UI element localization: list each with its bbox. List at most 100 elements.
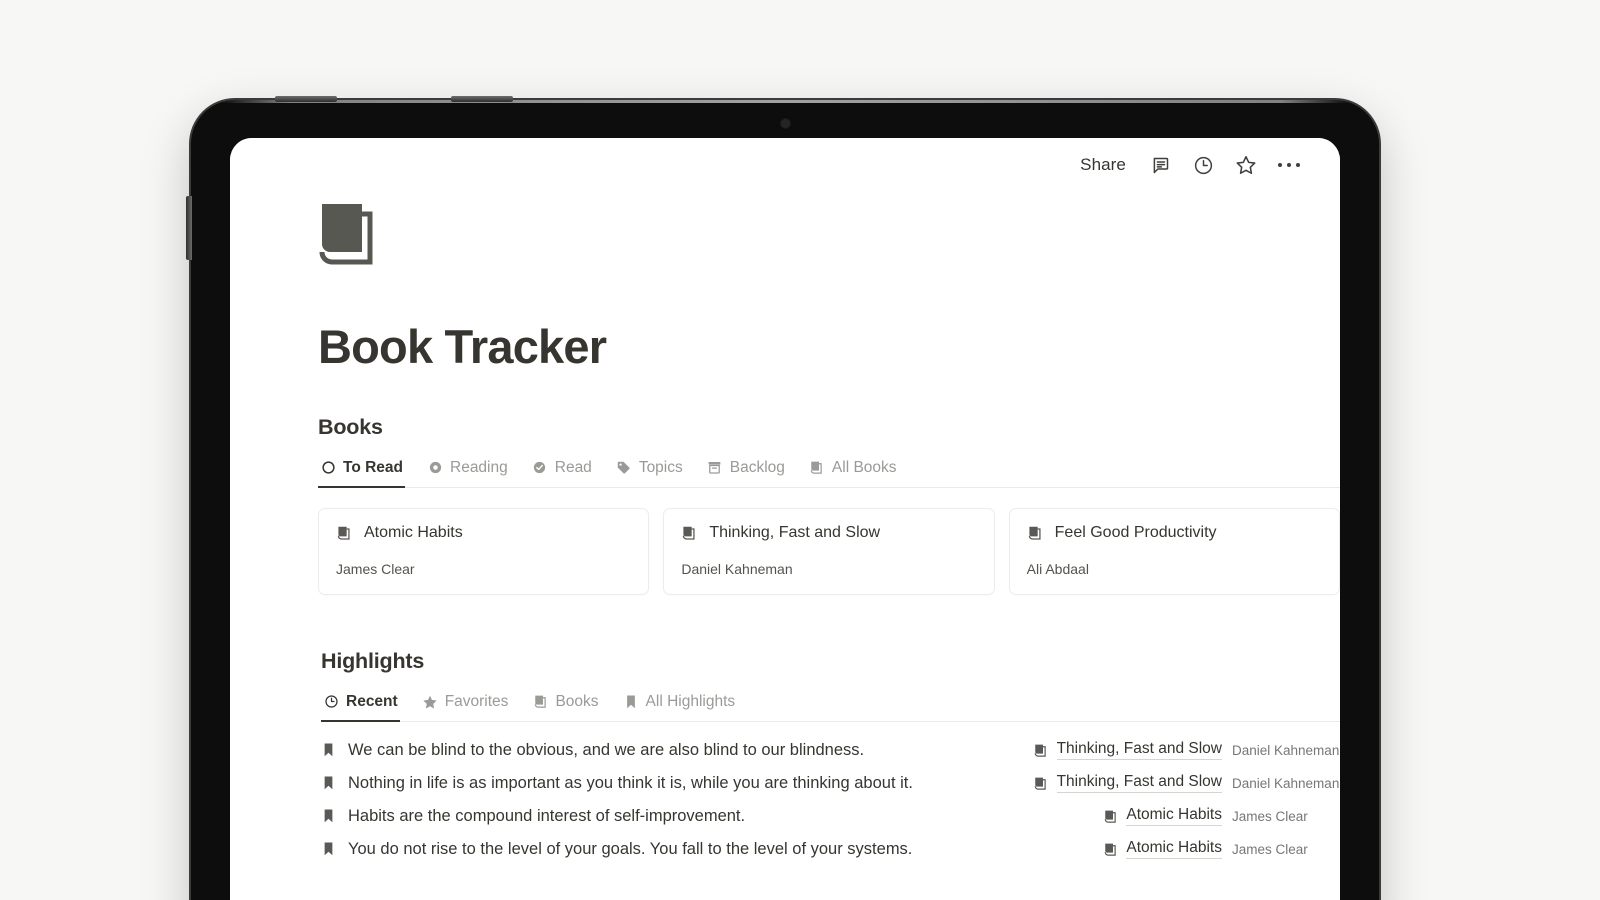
tab-reading[interactable]: Reading	[425, 456, 510, 488]
highlight-book-author: James Clear	[1232, 808, 1308, 824]
highlight-book-link[interactable]: Atomic Habits	[1102, 806, 1222, 827]
bookmark-icon	[321, 775, 336, 791]
book-title: Atomic Habits	[364, 523, 463, 541]
highlight-book-title: Atomic Habits	[1126, 806, 1222, 827]
favorite-star-icon[interactable]	[1229, 148, 1263, 182]
books-icon	[681, 525, 697, 541]
more-options-icon[interactable]	[1272, 148, 1306, 182]
book-cards-list: Atomic Habits James Clear Thinking, Fast…	[318, 507, 1340, 595]
tab-read[interactable]: Read	[530, 456, 594, 488]
book-card-title-row: Atomic Habits	[336, 524, 631, 542]
highlights-section-title: Highlights	[321, 648, 425, 673]
book-card[interactable]: Thinking, Fast and Slow Daniel Kahneman	[663, 507, 995, 595]
check-circle-icon	[532, 460, 548, 476]
frame-top-edge	[221, 100, 1349, 103]
page-title: Book Tracker	[318, 320, 607, 373]
volume-down-button[interactable]	[451, 96, 513, 102]
tab-to-read[interactable]: To Read	[318, 456, 405, 488]
tab-all-books[interactable]: All Books	[807, 456, 899, 488]
share-button[interactable]: Share	[1072, 151, 1134, 179]
page-content: Book Tracker Books To Read Reading Read …	[230, 202, 1340, 866]
book-card-title-row: Thinking, Fast and Slow	[681, 524, 976, 542]
book-author: James Clear	[336, 560, 415, 577]
book-title: Feel Good Productivity	[1054, 523, 1217, 541]
highlight-book-link[interactable]: Thinking, Fast and Slow	[1033, 740, 1222, 761]
books-icon	[1027, 525, 1043, 541]
books-icon	[1102, 808, 1118, 824]
book-title: Thinking, Fast and Slow	[709, 523, 881, 541]
highlight-source: Thinking, Fast and Slow Daniel Kahneman	[1017, 773, 1340, 794]
books-section: Books To Read Reading Read Topics Backlo…	[318, 415, 1340, 595]
highlight-book-link[interactable]: Atomic Habits	[1102, 839, 1222, 860]
highlights-list: We can be blind to the obvious, and we a…	[321, 734, 1340, 866]
highlight-row[interactable]: You do not rise to the level of your goa…	[321, 833, 1340, 866]
books-icon	[809, 460, 825, 476]
tab-label: Read	[554, 458, 592, 476]
tab-label: Reading	[450, 458, 508, 476]
highlight-text: Nothing in life is as important as you t…	[348, 773, 913, 792]
books-section-title: Books	[318, 414, 383, 439]
history-clock-icon[interactable]	[1186, 148, 1220, 182]
clock-icon	[323, 694, 339, 710]
books-tabs: To Read Reading Read Topics Backlog All …	[318, 456, 1340, 488]
comment-icon[interactable]	[1143, 148, 1177, 182]
highlight-row[interactable]: We can be blind to the obvious, and we a…	[321, 734, 1340, 767]
highlights-section: Highlights Recent Favorites Books All Hi…	[318, 649, 1340, 866]
archive-box-icon	[707, 460, 723, 476]
bookmark-icon	[321, 841, 336, 857]
books-icon	[336, 525, 352, 541]
star-icon	[422, 694, 438, 710]
tab-label: Topics	[638, 458, 683, 476]
bookmark-icon	[623, 694, 639, 710]
highlight-source: Atomic Habits James Clear	[1086, 806, 1340, 827]
highlight-source: Atomic Habits James Clear	[1086, 839, 1340, 860]
tab-label: Books	[555, 692, 599, 710]
highlights-tabs: Recent Favorites Books All Highlights	[321, 690, 1340, 722]
highlight-text: We can be blind to the obvious, and we a…	[348, 740, 865, 759]
volume-up-button[interactable]	[275, 96, 337, 102]
tablet-device-frame: Share Book Tracker Books To Read Reading…	[186, 96, 1379, 900]
highlight-text: You do not rise to the level of your goa…	[348, 839, 913, 858]
highlight-book-author: Daniel Kahneman	[1232, 775, 1340, 791]
tab-books[interactable]: Books	[530, 690, 600, 722]
highlight-text: Habits are the compound interest of self…	[348, 806, 746, 825]
books-icon	[1033, 775, 1049, 791]
book-author: Daniel Kahneman	[681, 560, 793, 577]
books-icon	[1033, 742, 1049, 758]
front-camera-icon	[782, 120, 789, 127]
bookmark-icon	[321, 808, 336, 824]
highlight-row[interactable]: Nothing in life is as important as you t…	[321, 767, 1340, 800]
highlight-book-author: Daniel Kahneman	[1232, 742, 1340, 758]
screenshot-stage: Share Book Tracker Books To Read Reading…	[0, 0, 1600, 900]
power-button[interactable]	[186, 196, 192, 260]
highlight-row[interactable]: Habits are the compound interest of self…	[321, 800, 1340, 833]
tab-topics[interactable]: Topics	[614, 456, 685, 488]
tab-backlog[interactable]: Backlog	[705, 456, 787, 488]
books-icon	[532, 694, 548, 710]
highlight-book-link[interactable]: Thinking, Fast and Slow	[1033, 773, 1222, 794]
tab-recent[interactable]: Recent	[321, 690, 400, 722]
tab-label: Recent	[346, 692, 398, 710]
highlight-book-title: Thinking, Fast and Slow	[1056, 740, 1222, 761]
highlight-book-title: Atomic Habits	[1126, 839, 1222, 860]
bookmark-icon	[321, 742, 336, 758]
tab-favorites[interactable]: Favorites	[420, 690, 511, 722]
book-notebook-icon[interactable]	[318, 202, 380, 268]
tab-label: Favorites	[444, 692, 509, 710]
book-card-title-row: Feel Good Productivity	[1027, 524, 1322, 542]
tablet-screen: Share Book Tracker Books To Read Reading…	[230, 138, 1340, 900]
tab-label: To Read	[343, 458, 403, 476]
tab-label: All Books	[831, 458, 897, 476]
page-topbar: Share	[230, 138, 1340, 192]
circle-donut-icon	[427, 460, 443, 476]
books-icon	[1102, 841, 1118, 857]
book-card[interactable]: Atomic Habits James Clear	[318, 507, 650, 595]
highlight-book-title: Thinking, Fast and Slow	[1056, 773, 1222, 794]
tab-label: All Highlights	[645, 692, 736, 710]
tab-all-highlights[interactable]: All Highlights	[621, 690, 738, 722]
circle-outline-icon	[320, 460, 336, 476]
tab-label: Backlog	[729, 458, 785, 476]
tag-icon	[616, 460, 632, 476]
book-card[interactable]: Feel Good Productivity Ali Abdaal	[1008, 507, 1340, 595]
highlight-source: Thinking, Fast and Slow Daniel Kahneman	[1017, 740, 1340, 761]
